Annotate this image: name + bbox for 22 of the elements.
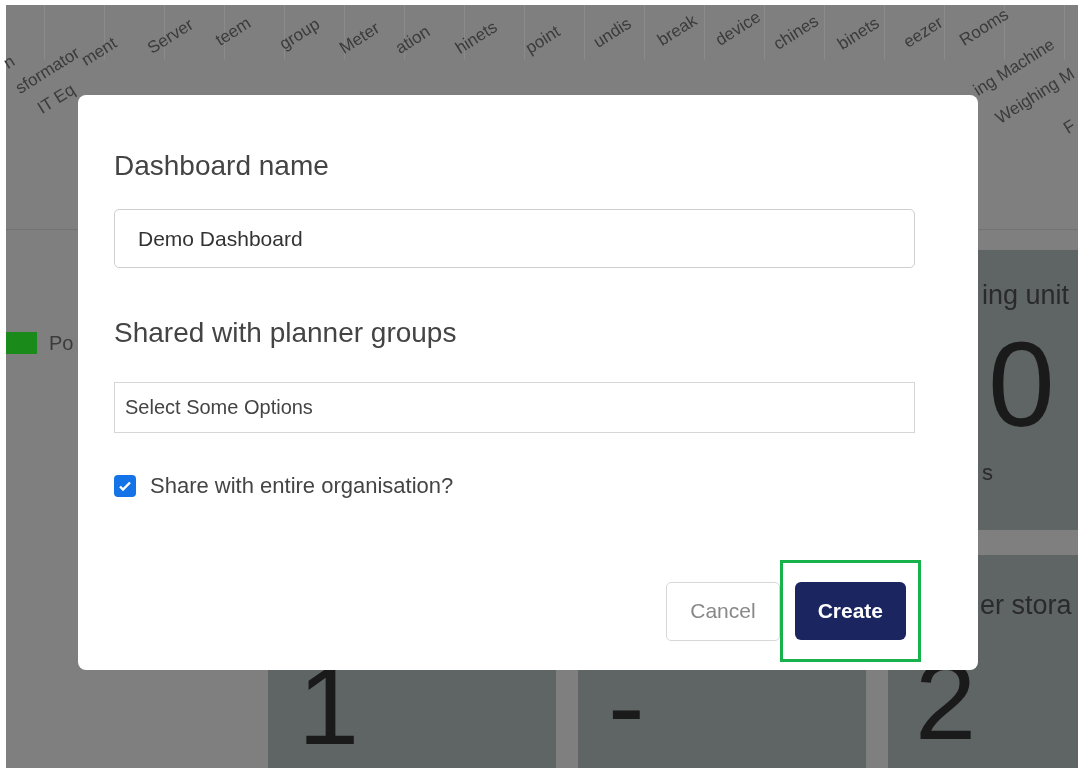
card-value: 1 (298, 651, 361, 761)
card-title: er stora (980, 589, 1073, 622)
groups-select-field[interactable]: Select Some Options (114, 382, 915, 433)
field-label: Dashboard name (114, 149, 330, 183)
legend-swatch (6, 332, 37, 354)
name-field[interactable]: Demo Dashboard (114, 209, 915, 268)
create-button[interactable]: Create (794, 582, 906, 640)
axis-label: F (1060, 114, 1078, 140)
card-caption: s (982, 458, 994, 487)
axis-label: n (0, 51, 19, 73)
axis-label: ation (391, 20, 435, 60)
axis-label: teem (211, 12, 256, 52)
axis-label: ment (78, 32, 122, 72)
checkbox-label: Share with entire organisation? (150, 472, 454, 500)
card-value: 0 (988, 323, 1056, 444)
cancel-button[interactable]: Cancel (666, 581, 780, 641)
field-label: Shared with planner groups (114, 316, 458, 350)
share-checkbox[interactable] (114, 474, 136, 497)
card-value: - (608, 651, 646, 761)
axis-label: undis (589, 12, 636, 54)
card-title: ing unit (982, 279, 1071, 312)
legend-label: Po (49, 331, 74, 356)
